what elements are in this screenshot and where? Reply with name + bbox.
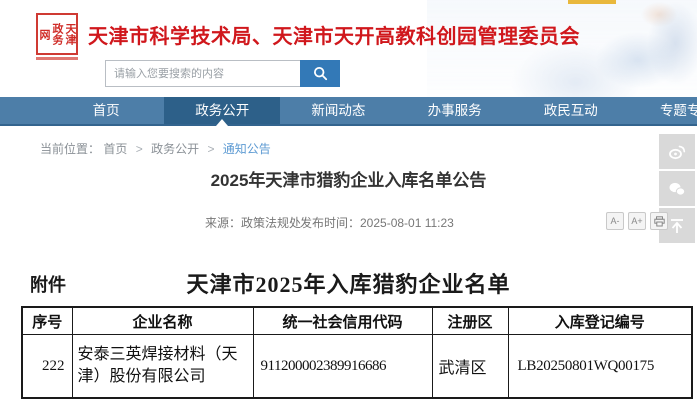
cell-reg-number: LB20250801WQ00175 xyxy=(508,335,692,399)
header-yellow-tab xyxy=(568,0,616,4)
site-title: 天津市科学技术局、天津市天开高教科创园管理委员会 xyxy=(88,20,580,49)
seal-col-1: 天津 xyxy=(64,23,76,45)
font-increase-button[interactable]: A+ xyxy=(628,212,646,230)
col-header-reg-number: 入库登记编号 xyxy=(508,307,692,335)
breadcrumb-notices[interactable]: 通知公告 xyxy=(223,142,271,156)
printer-icon xyxy=(654,216,665,227)
col-header-credit-code: 统一社会信用代码 xyxy=(253,307,432,335)
active-tab-caret xyxy=(216,119,228,126)
breadcrumb-gov-disclosure[interactable]: 政务公开 xyxy=(151,142,199,156)
nav-label: 首页 xyxy=(93,103,120,118)
site-seal-logo: 天津 政务 网 xyxy=(36,13,78,55)
site-header: 天津 政务 网 天津市科学技术局、天津市天开高教科创园管理委员会 xyxy=(0,0,697,97)
seal-col-3: 网 xyxy=(38,29,50,40)
nav-item-news[interactable]: 新闻动态 xyxy=(280,97,396,124)
col-header-seq: 序号 xyxy=(22,307,72,335)
article-source: 来源：政策法规处 xyxy=(205,214,301,231)
breadcrumb-prefix: 当前位置： xyxy=(40,142,100,156)
article-publish-time: 发布时间：2025-08-01 11:23 xyxy=(300,214,454,231)
breadcrumb-separator: > xyxy=(207,142,214,156)
seal-caption-line xyxy=(36,57,78,60)
nav-item-special-topics[interactable]: 专题专栏 xyxy=(629,97,697,124)
article-toolbar: A- A+ xyxy=(606,212,668,230)
table-row: 222 安泰三英焊接材料（天津）股份有限公司 91120000238991668… xyxy=(22,335,692,399)
weibo-share-icon xyxy=(667,142,687,162)
search-icon xyxy=(313,66,328,81)
table-header-row: 序号 企业名称 统一社会信用代码 注册区 入库登记编号 xyxy=(22,307,692,335)
article-title: 2025年天津市猎豹企业入库名单公告 xyxy=(0,166,697,191)
cell-credit-code: 911200002389916686 xyxy=(253,335,432,399)
nav-label: 新闻动态 xyxy=(311,103,365,118)
col-header-district: 注册区 xyxy=(432,307,508,335)
enterprise-table: 序号 企业名称 统一社会信用代码 注册区 入库登记编号 222 安泰三英焊接材料… xyxy=(21,306,693,399)
weibo-share-button[interactable] xyxy=(659,134,695,169)
breadcrumb-home[interactable]: 首页 xyxy=(103,142,127,156)
breadcrumb: 当前位置： 首页 > 政务公开 > 通知公告 xyxy=(40,140,271,157)
attachment-title: 天津市2025年入库猎豹企业名单 xyxy=(0,267,697,299)
search-button[interactable] xyxy=(300,60,340,87)
font-decrease-button[interactable]: A- xyxy=(606,212,624,230)
breadcrumb-separator: > xyxy=(136,142,143,156)
seal-col-2: 政务 xyxy=(51,23,63,45)
nav-item-gov-disclosure[interactable]: 政务公开 xyxy=(164,97,280,124)
nav-label: 专题专栏 xyxy=(660,103,697,118)
cell-company: 安泰三英焊接材料（天津）股份有限公司 xyxy=(72,335,253,399)
search-input[interactable] xyxy=(105,60,300,87)
cell-district: 武清区 xyxy=(432,335,508,399)
main-nav: 首页 政务公开 新闻动态 办事服务 政民互动 专题专栏 xyxy=(0,97,697,126)
nav-label: 政民互动 xyxy=(544,103,598,118)
nav-label: 办事服务 xyxy=(428,103,482,118)
nav-item-services[interactable]: 办事服务 xyxy=(397,97,513,124)
nav-item-home[interactable]: 首页 xyxy=(48,97,164,124)
cell-seq: 222 xyxy=(22,335,72,399)
nav-label: 政务公开 xyxy=(195,103,249,118)
col-header-company: 企业名称 xyxy=(72,307,253,335)
article-meta: 来源：政策法规处 发布时间：2025-08-01 11:23 A- A+ xyxy=(0,212,697,232)
search-bar xyxy=(105,60,340,87)
print-button[interactable] xyxy=(650,212,668,230)
nav-item-interaction[interactable]: 政民互动 xyxy=(513,97,629,124)
